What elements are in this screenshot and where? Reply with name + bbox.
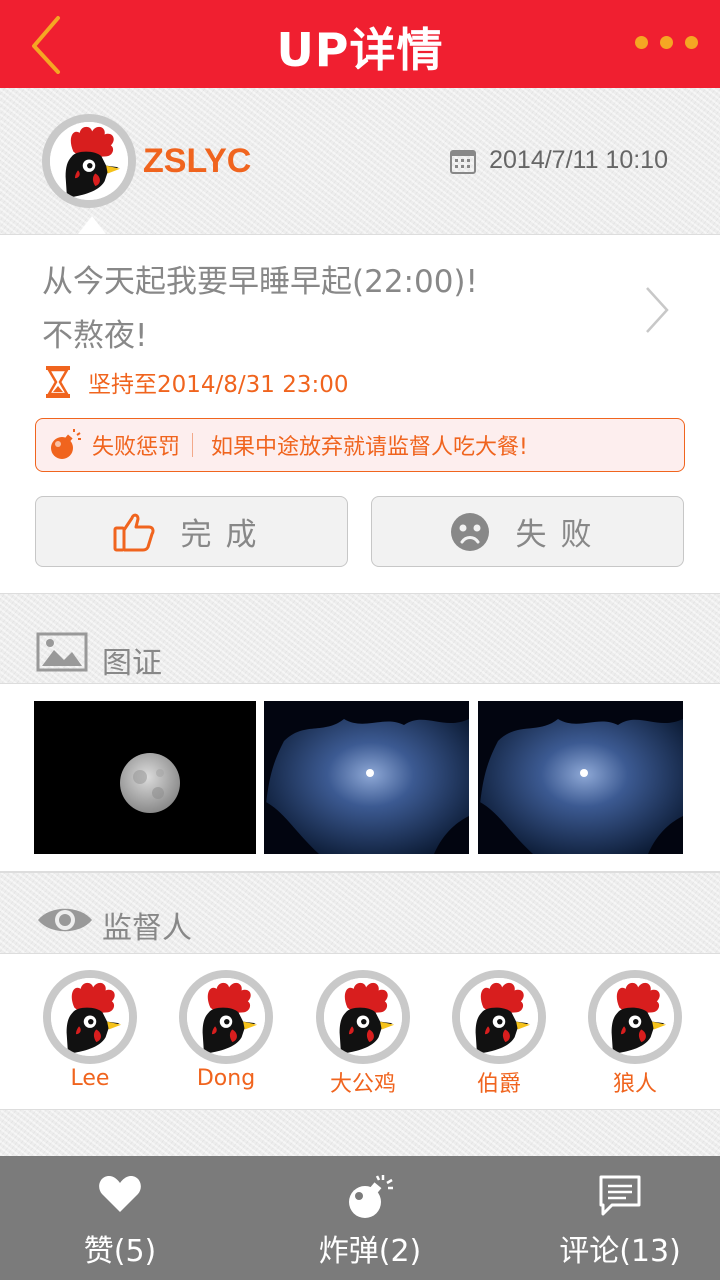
page-title: UP详情 — [276, 23, 444, 77]
bomb-button[interactable]: 炸弹(2) — [250, 1156, 490, 1280]
comment-count-label: 评论(13) — [559, 1234, 681, 1269]
supervisor-item[interactable]: Lee — [40, 970, 140, 1091]
evidence-photo-moon[interactable] — [34, 701, 256, 854]
deadline-row: 坚持至2014/8/31 23:00 — [44, 365, 349, 399]
hourglass-icon — [46, 366, 70, 398]
thumbs-up-icon — [113, 513, 154, 551]
author-name[interactable]: ZSLYC — [143, 142, 251, 181]
chevron-right-icon[interactable] — [644, 285, 670, 335]
photo-evidence-title: 图证 — [102, 646, 162, 681]
eye-icon — [38, 908, 92, 932]
more-dot — [685, 36, 698, 49]
like-button[interactable]: 赞(5) — [0, 1156, 240, 1280]
photo-evidence-gallery — [0, 684, 720, 872]
author-avatar[interactable] — [42, 114, 136, 208]
more-dot — [660, 36, 673, 49]
image-icon — [36, 632, 88, 672]
heart-icon — [99, 1176, 141, 1212]
deadline-text: 坚持至2014/8/31 23:00 — [88, 372, 349, 398]
goal-text[interactable]: 从今天起我要早睡早起(22:00)! 不熬夜! — [42, 255, 622, 363]
supervisor-avatar — [179, 970, 273, 1064]
penalty-divider — [192, 433, 194, 457]
supervisor-item[interactable]: 大公鸡 — [313, 970, 413, 1098]
post-date: 2014/7/11 10:10 — [449, 146, 668, 175]
evidence-photo-night-trees-2[interactable] — [478, 701, 683, 854]
post-author-strip: ZSLYC 2014/7/11 10:10 — [0, 88, 720, 234]
photo-evidence-header: 图证 — [0, 594, 720, 684]
supervisor-name: Lee — [70, 1066, 110, 1091]
calendar-icon — [450, 149, 477, 174]
supervisor-item[interactable]: 伯爵 — [449, 970, 549, 1098]
supervisor-item[interactable]: 狼人 — [585, 970, 685, 1098]
fail-button[interactable]: 失败 — [371, 496, 684, 567]
complete-button[interactable]: 完成 — [35, 496, 348, 567]
penalty-text: 如果中途放弃就请监督人吃大餐! — [211, 435, 528, 460]
more-options-button[interactable] — [635, 36, 698, 49]
supervisor-name: Dong — [196, 1066, 256, 1091]
speech-pointer — [78, 216, 106, 234]
supervisor-list: Lee Dong 大公鸡 伯爵 狼人 — [0, 954, 720, 1110]
goal-line-2: 不熬夜! — [42, 318, 148, 354]
rooster-avatar-image — [50, 122, 128, 200]
bomb-icon — [349, 1175, 393, 1218]
penalty-label: 失败惩罚 — [92, 435, 181, 460]
goal-line-1: 从今天起我要早睡早起(22:00)! — [42, 264, 478, 300]
supervisor-avatar — [43, 970, 137, 1064]
supervisor-avatar — [316, 970, 410, 1064]
bottom-action-bar: 赞(5) 炸弹(2) 评论(13) — [0, 1156, 720, 1280]
sad-face-icon — [450, 512, 489, 551]
bomb-count-label: 炸弹(2) — [318, 1234, 422, 1269]
like-count-label: 赞(5) — [83, 1234, 157, 1269]
app-header: UP详情 — [0, 0, 720, 88]
supervisor-name: 大公鸡 — [329, 1072, 396, 1097]
fail-label: 失败 — [515, 517, 606, 553]
evidence-photo-night-trees-1[interactable] — [264, 701, 469, 854]
supervisor-avatar — [588, 970, 682, 1064]
supervisors-header: 监督人 — [0, 872, 720, 954]
post-datetime: 2014/7/11 10:10 — [489, 146, 668, 174]
bomb-icon — [51, 429, 81, 459]
comment-button[interactable]: 评论(13) — [500, 1156, 720, 1280]
failure-penalty-box: 失败惩罚 如果中途放弃就请监督人吃大餐! — [35, 418, 685, 472]
supervisor-name: 伯爵 — [476, 1072, 521, 1097]
supervisor-avatar — [452, 970, 546, 1064]
supervisors-title: 监督人 — [102, 911, 192, 946]
goal-card: 从今天起我要早睡早起(22:00)! 不熬夜! 坚持至2014/8/31 23:… — [0, 234, 720, 594]
comment-icon — [599, 1175, 641, 1216]
complete-label: 完成 — [180, 517, 271, 553]
supervisor-name: 狼人 — [612, 1072, 657, 1097]
supervisor-item[interactable]: Dong — [176, 970, 276, 1091]
more-dot — [635, 36, 648, 49]
